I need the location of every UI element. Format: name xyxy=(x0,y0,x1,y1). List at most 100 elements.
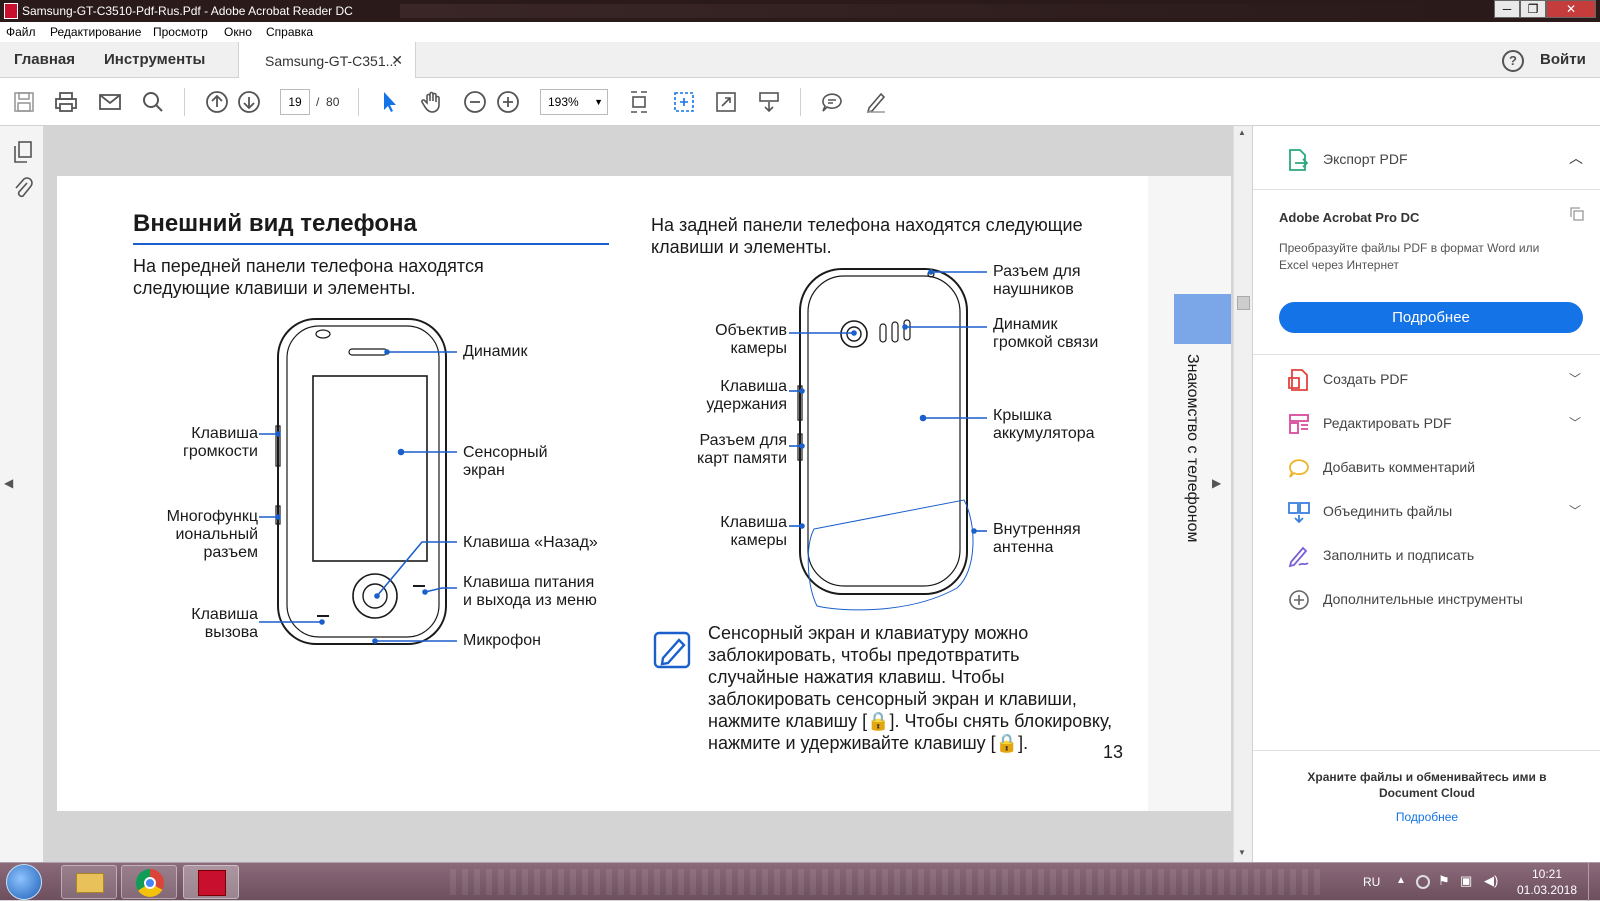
clock-date: 01.03.2018 xyxy=(1516,883,1578,897)
menu-view[interactable]: Просмотр xyxy=(153,25,208,39)
cloud-learn-more-link[interactable]: Подробнее xyxy=(1253,810,1600,824)
fit-width-icon[interactable] xyxy=(672,90,696,114)
tool-add-comment[interactable]: Добавить комментарий xyxy=(1253,446,1600,490)
previous-page-icon[interactable] xyxy=(205,90,229,114)
save-icon[interactable] xyxy=(12,90,36,114)
label-touchscreen-line1: Сенсорный xyxy=(463,444,548,461)
left-panel: ◀ xyxy=(0,126,44,862)
label-call-key-line2: вызова xyxy=(204,624,258,641)
tool-fill-sign[interactable]: Заполнить и подписать xyxy=(1253,534,1600,578)
scroll-up-icon[interactable]: ▲ xyxy=(1238,128,1246,137)
scrollbar-thumb[interactable] xyxy=(1237,296,1250,310)
email-icon[interactable] xyxy=(98,90,122,114)
tool-combine-files-label: Объединить файлы xyxy=(1323,503,1453,519)
full-screen-icon[interactable] xyxy=(714,90,738,114)
lock-note-line4: заблокировать сенсорный экран и клавиши, xyxy=(708,689,1077,709)
print-icon[interactable] xyxy=(54,90,78,114)
taskbar-explorer[interactable] xyxy=(61,865,117,899)
taskbar-chrome[interactable] xyxy=(121,865,177,899)
label-antenna-line1: Внутренняя xyxy=(993,521,1081,538)
label-camera-lens-line1: Объектив xyxy=(715,322,787,339)
label-battery-cover-line1: Крышка xyxy=(993,407,1052,424)
lock-note-line3: случайные нажатия клавиш. Чтобы xyxy=(708,667,1005,687)
tab-close-icon[interactable]: ✕ xyxy=(391,52,403,69)
attachment-icon[interactable] xyxy=(12,176,34,200)
show-desktop-button[interactable] xyxy=(1588,863,1600,901)
tool-edit-pdf-label: Редактировать PDF xyxy=(1323,415,1452,431)
tab-tools[interactable]: Инструменты xyxy=(104,51,205,68)
export-pdf-header[interactable]: Экспорт PDF ︿ xyxy=(1253,126,1600,190)
label-microphone: Микрофон xyxy=(463,632,541,649)
taskbar-acrobat[interactable] xyxy=(183,865,239,899)
collapse-left-icon[interactable]: ◀ xyxy=(4,476,16,492)
volume-icon[interactable]: ◀) xyxy=(1484,873,1498,889)
scroll-mode-icon[interactable] xyxy=(757,90,781,114)
close-button[interactable]: ✕ xyxy=(1546,0,1596,18)
search-icon[interactable] xyxy=(141,90,165,114)
export-pdf-icon xyxy=(1287,148,1309,172)
label-antenna: Внутренняя антенна xyxy=(993,521,1081,557)
label-headphone-jack-line1: Разъем для xyxy=(993,263,1081,280)
fit-page-icon[interactable] xyxy=(627,90,651,114)
label-loudspeaker-line1: Динамик xyxy=(993,316,1058,333)
start-button[interactable] xyxy=(6,864,42,900)
label-camera-key: Клавиша камеры xyxy=(697,514,787,550)
comment-icon[interactable] xyxy=(820,90,844,114)
label-power-key-line2: и выхода из меню xyxy=(463,592,597,609)
edit-pdf-icon xyxy=(1287,412,1311,436)
maximize-button[interactable]: ❐ xyxy=(1520,0,1546,18)
tab-bar: Главная Инструменты Samsung-GT-C351... ✕… xyxy=(0,42,1600,79)
network-icon[interactable]: ▣ xyxy=(1460,873,1472,889)
label-antenna-line2: антенна xyxy=(993,539,1054,556)
promo-text-line1: Преобразуйте файлы PDF в формат Word или xyxy=(1279,241,1540,255)
select-tool-icon[interactable] xyxy=(378,90,402,114)
tool-more-tools[interactable]: Дополнительные инструменты xyxy=(1253,578,1600,622)
lock-note-line5: нажмите клавишу [🔒]. Чтобы снять блокиро… xyxy=(708,711,1113,731)
page-number-input[interactable]: 19 xyxy=(280,89,310,115)
tray-expand-icon[interactable]: ▲ xyxy=(1396,875,1406,886)
sign-icon[interactable] xyxy=(864,90,888,114)
zoom-out-icon[interactable] xyxy=(463,90,487,114)
tab-document[interactable]: Samsung-GT-C351... ✕ xyxy=(238,42,416,79)
chevron-down-icon[interactable]: ﹀ xyxy=(1569,502,1581,519)
hand-tool-icon[interactable] xyxy=(420,90,444,114)
tab-document-label: Samsung-GT-C351... xyxy=(265,53,398,69)
pdf-page: Знакомство с телефоном Внешний вид телеф… xyxy=(57,176,1231,811)
next-page-icon[interactable] xyxy=(237,90,261,114)
zoom-select[interactable]: 193% ▼ xyxy=(540,89,608,115)
login-button[interactable]: Войти xyxy=(1540,51,1586,68)
zoom-in-icon[interactable] xyxy=(496,90,520,114)
chevron-up-icon[interactable]: ︿ xyxy=(1569,148,1583,168)
promo-title: Adobe Acrobat Pro DC xyxy=(1279,210,1420,225)
learn-more-button[interactable]: Подробнее xyxy=(1279,302,1583,333)
tab-home[interactable]: Главная xyxy=(14,51,75,68)
help-icon[interactable]: ? xyxy=(1502,50,1524,72)
clock[interactable]: 10:21 01.03.2018 xyxy=(1512,866,1582,898)
vertical-scrollbar[interactable]: ▲ ▼ xyxy=(1233,126,1252,862)
expand-right-icon[interactable]: ▶ xyxy=(1212,476,1221,490)
menu-edit[interactable]: Редактирование xyxy=(50,25,141,39)
action-center-icon[interactable]: ⚑ xyxy=(1438,873,1450,889)
menu-file[interactable]: Файл xyxy=(6,25,36,39)
chevron-down-icon[interactable]: ﹀ xyxy=(1569,414,1581,431)
menu-window[interactable]: Окно xyxy=(224,25,252,39)
tool-combine-files[interactable]: Объединить файлы ﹀ xyxy=(1253,490,1600,534)
scroll-down-icon[interactable]: ▼ xyxy=(1238,848,1246,857)
page-number-label: 13 xyxy=(1103,742,1124,762)
page-total: / 80 xyxy=(316,95,339,109)
promo-text-line2: Excel через Интернет xyxy=(1279,258,1399,272)
tool-create-pdf[interactable]: Создать PDF ﹀ xyxy=(1253,358,1600,402)
label-power-key: Клавиша питания и выхода из меню xyxy=(463,574,597,610)
copy-icon[interactable] xyxy=(1569,206,1585,222)
label-hold-key-line1: Клавиша xyxy=(720,378,787,395)
add-comment-icon xyxy=(1287,456,1311,480)
language-indicator[interactable]: RU xyxy=(1363,875,1380,889)
label-battery-cover-line2: аккумулятора xyxy=(993,425,1095,442)
minimize-button[interactable]: ─ xyxy=(1494,0,1520,18)
tool-edit-pdf[interactable]: Редактировать PDF ﹀ xyxy=(1253,402,1600,446)
chevron-down-icon[interactable]: ﹀ xyxy=(1569,370,1581,387)
tool-create-pdf-label: Создать PDF xyxy=(1323,371,1409,387)
menu-help[interactable]: Справка xyxy=(266,25,313,39)
pages-icon[interactable] xyxy=(12,140,34,164)
tray-app-icon[interactable] xyxy=(1416,875,1430,889)
